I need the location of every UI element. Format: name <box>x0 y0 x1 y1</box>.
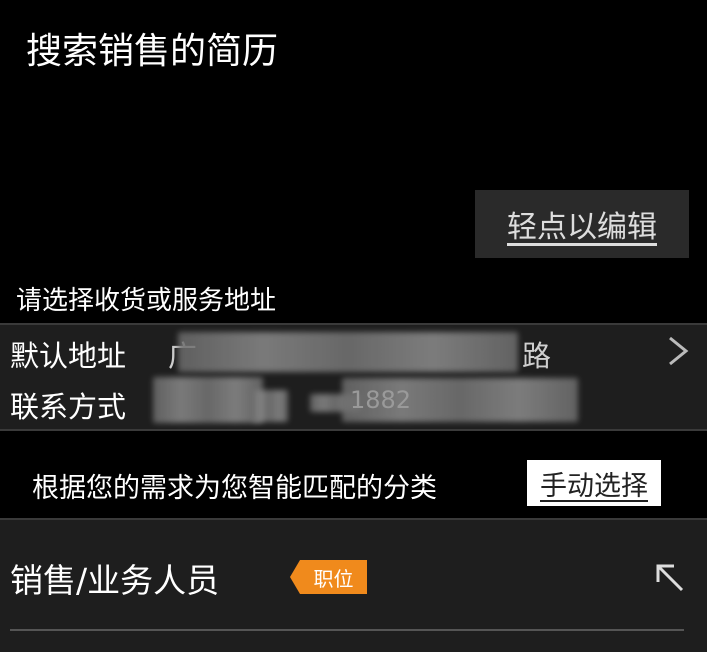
contact-label: 联系方式 <box>10 390 127 424</box>
job-type-badge: 职位 <box>290 560 367 594</box>
divider <box>10 629 684 631</box>
redacted-address <box>178 332 518 372</box>
redacted-contact-name <box>153 377 263 423</box>
redacted-contact-name-tail <box>252 390 288 422</box>
edit-button-label: 轻点以编辑 <box>507 210 657 245</box>
default-address-label: 默认地址 <box>10 339 127 373</box>
chevron-right-icon[interactable] <box>662 336 692 366</box>
job-category-label: 销售/业务人员 <box>10 561 220 600</box>
edit-button[interactable]: 轻点以编辑 <box>475 190 689 258</box>
contact-phone-visible: 1882 <box>350 386 412 414</box>
default-address-visible-suffix: 路 <box>522 339 552 373</box>
arrow-up-left-icon[interactable] <box>652 560 686 594</box>
address-prompt: 请选择收货或服务地址 <box>16 286 277 316</box>
page-title: 搜索销售的简历 <box>26 31 279 72</box>
match-description: 根据您的需求为您智能匹配的分类 <box>32 473 437 504</box>
manual-select-button[interactable]: 手动选择 <box>527 460 661 506</box>
manual-select-label: 手动选择 <box>540 470 648 502</box>
